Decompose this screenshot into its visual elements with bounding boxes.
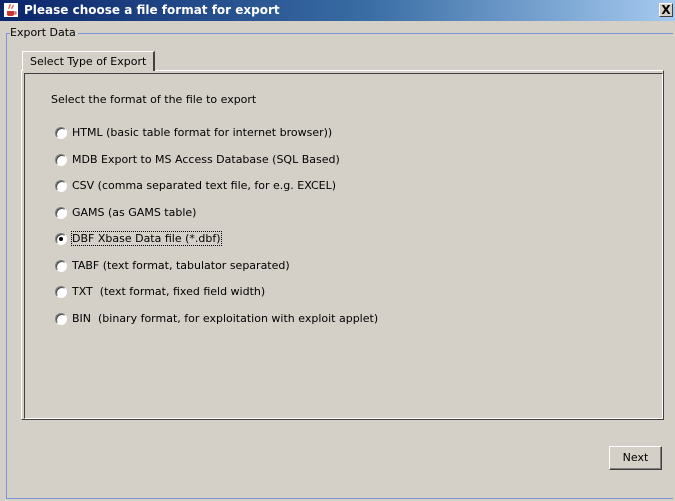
- tab-panel: Select the format of the file to export …: [21, 70, 664, 420]
- tab-select-type-of-export[interactable]: Select Type of Export: [22, 51, 156, 71]
- java-cup-icon: [4, 3, 18, 17]
- radio-csv[interactable]: [55, 180, 67, 192]
- next-button[interactable]: Next: [609, 446, 662, 470]
- option-label[interactable]: DBF Xbase Data file (*.dbf): [71, 231, 222, 246]
- radio-txt[interactable]: [55, 286, 67, 298]
- close-icon: X: [661, 3, 671, 17]
- radio-bin[interactable]: [55, 312, 67, 325]
- option-label[interactable]: TABF (text format, tabulator separated): [72, 259, 290, 272]
- option-label[interactable]: MDB Export to MS Access Database (SQL Ba…: [72, 153, 340, 166]
- radio-mdb[interactable]: [55, 153, 67, 166]
- title-bar[interactable]: Please choose a file format for export X: [0, 0, 675, 21]
- radio-html[interactable]: [55, 127, 67, 139]
- export-dialog: Please choose a file format for export X…: [0, 0, 675, 501]
- option-label[interactable]: TXT (text format, fixed field width): [72, 285, 265, 298]
- radio-gams[interactable]: [55, 206, 67, 219]
- window-title: Please choose a file format for export: [24, 3, 280, 17]
- option-label[interactable]: CSV (comma separated text file, for e.g.…: [72, 179, 336, 192]
- group-label: Export Data: [10, 26, 78, 39]
- close-button[interactable]: X: [659, 3, 673, 17]
- format-prompt: Select the format of the file to export: [51, 93, 257, 106]
- option-label[interactable]: BIN (binary format, for exploitation wit…: [72, 312, 378, 325]
- radio-tabf[interactable]: [55, 259, 67, 272]
- radio-dbf[interactable]: [55, 233, 67, 245]
- option-label[interactable]: HTML (basic table format for internet br…: [72, 126, 332, 139]
- option-label[interactable]: GAMS (as GAMS table): [72, 206, 196, 219]
